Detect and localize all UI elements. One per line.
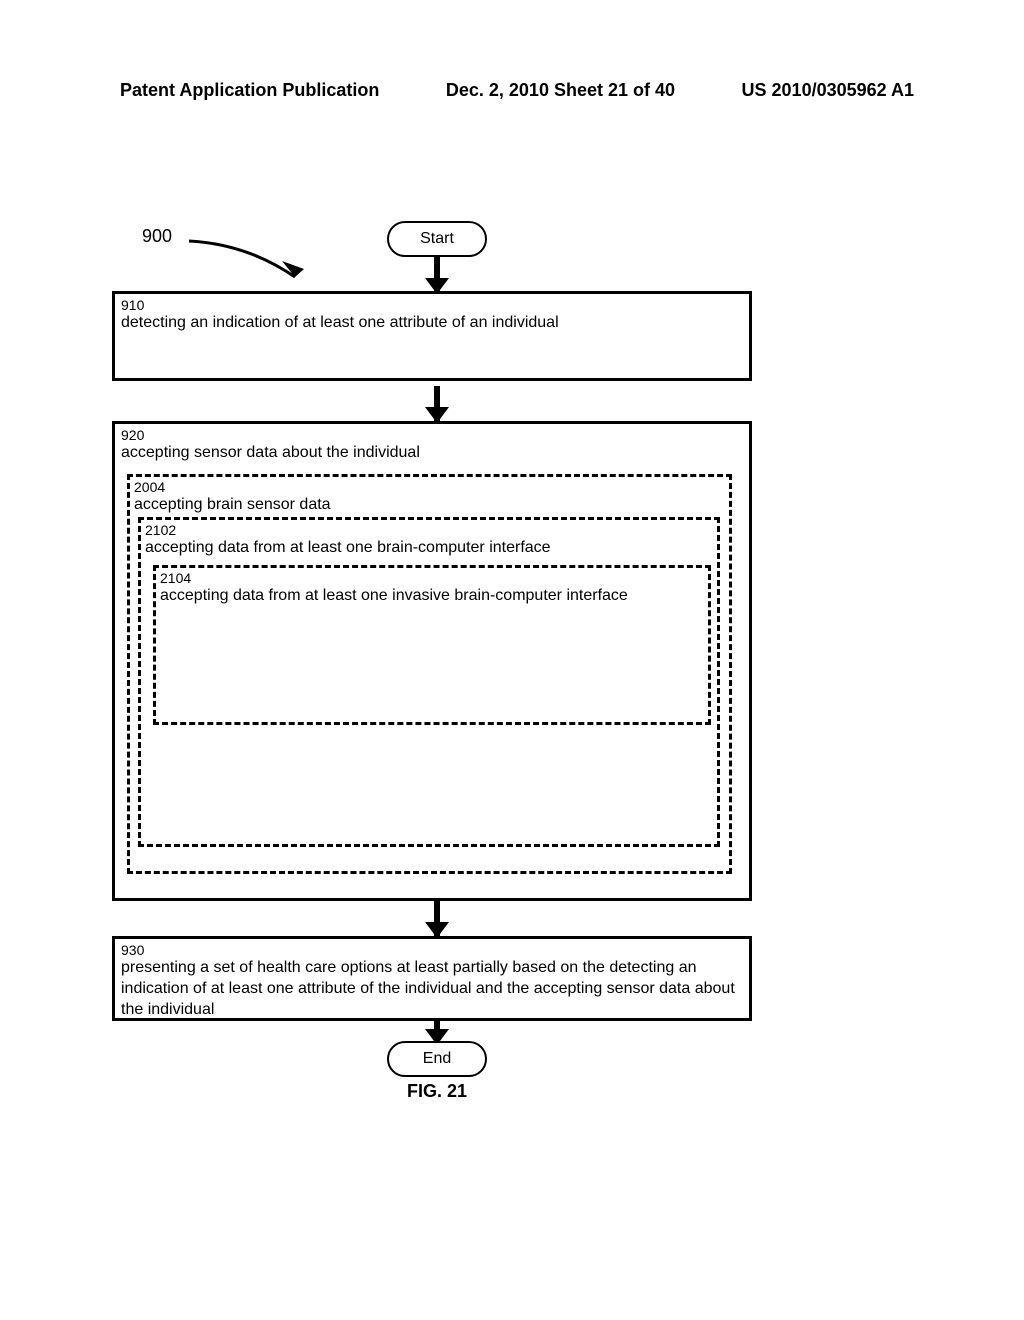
step-number: 2102: [145, 522, 713, 538]
step-number: 2004: [134, 479, 725, 495]
header-right: US 2010/0305962 A1: [742, 80, 914, 101]
step-number: 2104: [160, 570, 704, 586]
step-920: 920 accepting sensor data about the indi…: [112, 421, 752, 901]
step-text: accepting brain sensor data: [134, 495, 725, 516]
substep-2102: 2102 accepting data from at least one br…: [138, 517, 720, 847]
reference-arrow-icon: [187, 239, 317, 294]
arrow-icon: [434, 1021, 440, 1043]
page-header: Patent Application Publication Dec. 2, 2…: [0, 0, 1024, 101]
step-text: detecting an indication of at least one …: [121, 313, 743, 334]
arrow-icon: [434, 257, 440, 292]
step-text: presenting a set of health care options …: [121, 958, 743, 1020]
step-text: accepting sensor data about the individu…: [121, 443, 743, 464]
figure-label: FIG. 21: [407, 1081, 467, 1102]
arrow-icon: [434, 386, 440, 421]
step-text: accepting data from at least one invasiv…: [160, 586, 704, 607]
step-number: 910: [121, 297, 743, 313]
arrow-icon: [434, 901, 440, 936]
substep-2004: 2004 accepting brain sensor data 2102 ac…: [127, 474, 732, 874]
start-label: Start: [420, 230, 454, 248]
header-left: Patent Application Publication: [120, 80, 379, 101]
reference-number-900: 900: [142, 226, 172, 247]
end-label: End: [423, 1050, 451, 1068]
step-number: 930: [121, 942, 743, 958]
start-node: Start: [387, 221, 487, 257]
step-number: 920: [121, 427, 743, 443]
header-center: Dec. 2, 2010 Sheet 21 of 40: [446, 80, 675, 101]
step-910: 910 detecting an indication of at least …: [112, 291, 752, 381]
end-node: End: [387, 1041, 487, 1077]
step-text: accepting data from at least one brain-c…: [145, 538, 713, 559]
substep-2104: 2104 accepting data from at least one in…: [153, 565, 711, 725]
step-930: 930 presenting a set of health care opti…: [112, 936, 752, 1021]
flowchart-diagram: 900 Start 910 detecting an indication of…: [112, 221, 912, 1121]
